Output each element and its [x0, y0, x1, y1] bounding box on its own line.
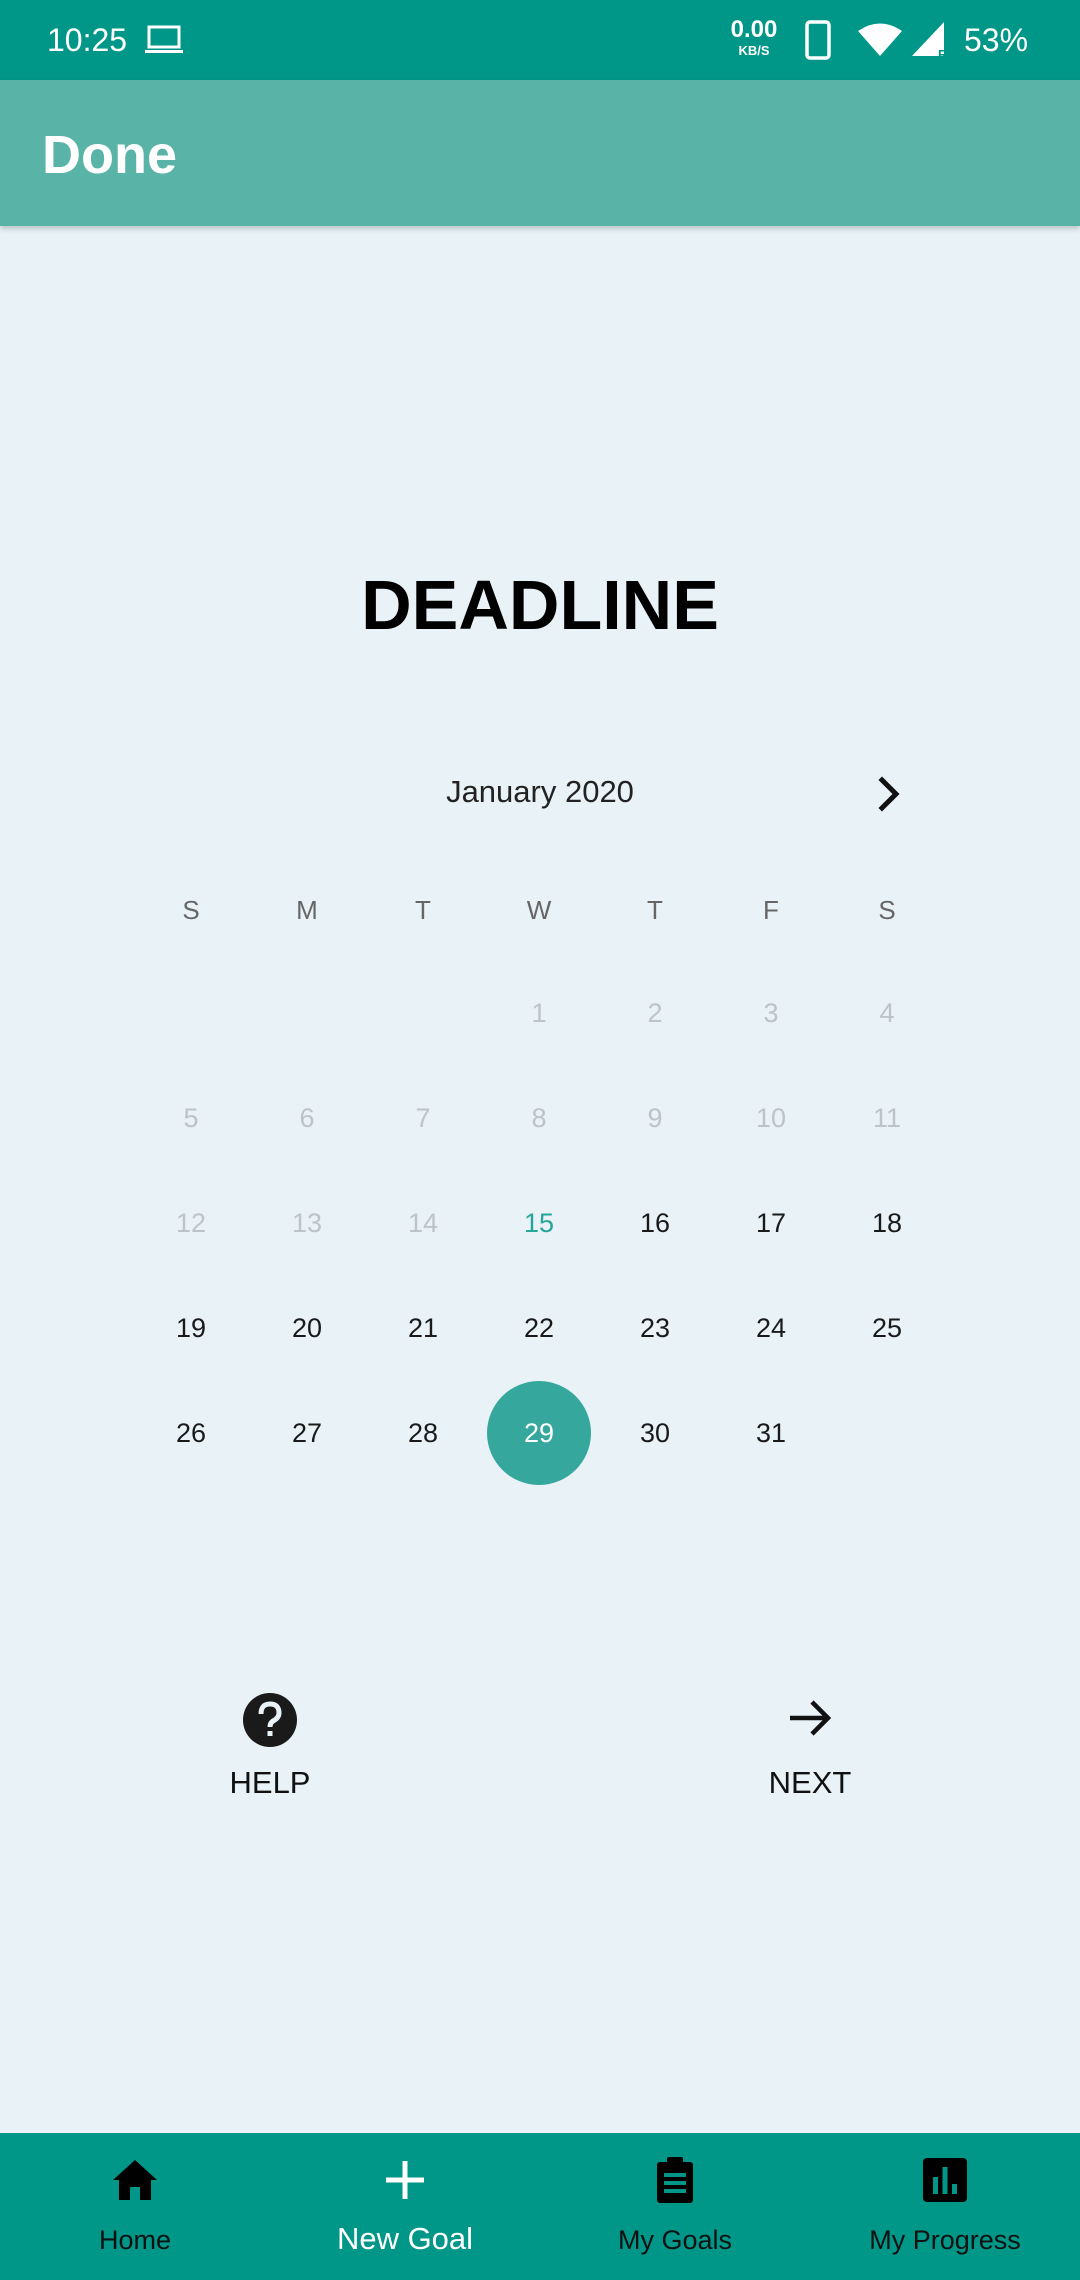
calendar-month-label: January 2020 [446, 774, 634, 809]
nav-item-my-goals[interactable]: My Goals [540, 2133, 810, 2280]
weekday-label: S [878, 895, 896, 925]
calendar-day[interactable]: 22 [487, 1276, 591, 1380]
calendar-day[interactable]: 28 [371, 1381, 475, 1485]
calendar-day[interactable]: 30 [603, 1381, 707, 1485]
calendar-day[interactable]: 18 [835, 1171, 939, 1275]
weekday-label: F [763, 895, 779, 925]
nav-item-new-goal[interactable]: New Goal [270, 2133, 540, 2280]
network-speed-value: 0.00 [730, 16, 778, 43]
calendar-day-selected[interactable]: 29 [487, 1381, 591, 1485]
calendar-day: 8 [531, 1102, 547, 1133]
weekday-label: M [296, 895, 318, 925]
home-icon [113, 2160, 157, 2200]
done-button[interactable]: Done [42, 124, 177, 186]
calendar-day[interactable]: 23 [603, 1276, 707, 1380]
weekday-label: T [647, 895, 663, 925]
chevron-right-icon[interactable] [868, 772, 912, 816]
nav-item-my-progress[interactable]: My Progress [810, 2133, 1080, 2280]
plus-icon [386, 2161, 424, 2199]
calendar-day: 4 [879, 997, 895, 1028]
calendar-day[interactable]: 25 [835, 1276, 939, 1380]
help-button[interactable]: HELP [200, 1765, 340, 1801]
clipboard-icon [657, 2157, 693, 2203]
bar-chart-icon [923, 2158, 967, 2202]
calendar-day[interactable]: 15 [487, 1171, 591, 1275]
signal-roaming-label: R [938, 47, 948, 60]
wifi-icon [858, 23, 902, 56]
nav-label-my-goals: My Goals [617, 2225, 733, 2255]
calendar-day[interactable]: 19 [139, 1276, 243, 1380]
calendar-day: 10 [755, 1102, 787, 1133]
calendar-day: 11 [872, 1102, 902, 1133]
nav-label-home: Home [98, 2225, 172, 2255]
calendar-day[interactable]: 17 [719, 1171, 823, 1275]
calendar-day[interactable]: 24 [719, 1276, 823, 1380]
calendar-day[interactable]: 26 [139, 1381, 243, 1485]
calendar-day: 14 [407, 1207, 439, 1238]
page-title: DEADLINE [361, 566, 719, 644]
bottom-nav: Home New Goal My Goals My Progress [0, 2133, 1080, 2280]
calendar-day: 2 [647, 997, 663, 1028]
calendar-day: 12 [175, 1207, 207, 1238]
arrow-right-icon[interactable] [786, 1694, 834, 1742]
calendar-day: 13 [291, 1207, 323, 1238]
calendar-day[interactable]: 16 [603, 1171, 707, 1275]
next-button[interactable]: NEXT [740, 1765, 880, 1801]
weekday-label: S [182, 895, 200, 925]
nav-label-new-goal: New Goal [336, 2221, 474, 2256]
calendar-day[interactable]: 21 [371, 1276, 475, 1380]
calendar-day: 1 [531, 997, 547, 1028]
signal-icon: R [912, 22, 948, 60]
battery-level: 53% [964, 22, 1029, 58]
calendar-day[interactable]: 20 [255, 1276, 359, 1380]
weekday-label: T [415, 895, 431, 925]
calendar-day[interactable]: 31 [719, 1381, 823, 1485]
phone-icon [805, 20, 831, 60]
calendar-day: 9 [647, 1102, 663, 1133]
network-speed-unit: KB/S [738, 43, 770, 58]
calendar-day[interactable]: 27 [255, 1381, 359, 1485]
app-bar: Done [0, 80, 1080, 226]
network-speed: 0.00 KB/S [726, 16, 782, 58]
status-bar: 10:25 0.00 KB/S R 53% [0, 0, 1080, 80]
help-circle-icon[interactable] [242, 1692, 298, 1748]
weekday-label: W [526, 895, 552, 925]
calendar-day: 5 [183, 1102, 199, 1133]
calendar-day: 7 [415, 1102, 431, 1133]
nav-label-my-progress: My Progress [869, 2225, 1021, 2255]
laptop-icon [145, 25, 183, 53]
calendar-day: 6 [299, 1102, 315, 1133]
nav-item-home[interactable]: Home [0, 2133, 270, 2280]
calendar-day: 3 [763, 997, 779, 1028]
status-time: 10:25 [47, 22, 128, 58]
